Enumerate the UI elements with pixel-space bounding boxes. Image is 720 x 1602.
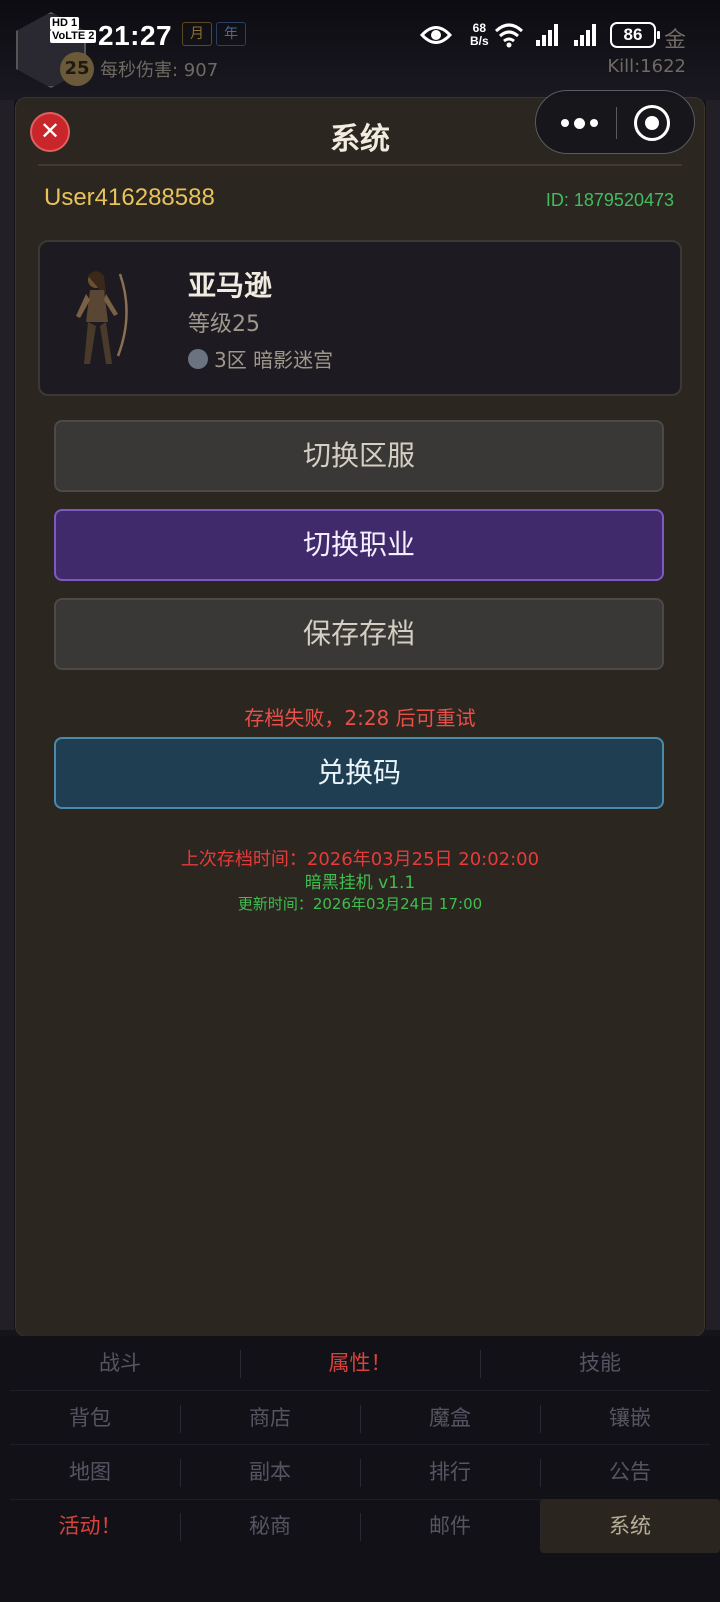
nav-secret-shop[interactable]: 秘商 [180, 1499, 360, 1553]
save-info: 上次存档时间：2026年03月25日 20:02:00 暗黑挂机 v1.1 更新… [16, 848, 704, 914]
save-game-button[interactable]: 保存存档 [54, 598, 664, 670]
hd-badge: HD 1 [50, 17, 80, 30]
divider [38, 164, 682, 166]
save-error-message: 存档失败，2:28 后可重试 [244, 706, 476, 730]
nav-magic-box[interactable]: 魔盒 [360, 1391, 540, 1445]
nav-row-1: 战斗 属性！ 技能 [0, 1336, 720, 1390]
nav-row-3: 地图 副本 排行 公告 [0, 1445, 720, 1499]
left-side-panel [0, 100, 14, 1330]
server-globe-icon [188, 348, 208, 369]
user-id: ID: 1879520473 [545, 190, 674, 210]
nav-mail[interactable]: 邮件 [360, 1499, 540, 1553]
nav-announcement[interactable]: 公告 [540, 1445, 720, 1499]
switch-class-button[interactable]: 切换职业 [54, 509, 664, 581]
username: User416288588 [44, 184, 215, 211]
system-modal: ✕ 系统 User416288588 ID: 1879520473 亚马逊 等级… [16, 98, 704, 1336]
server-name: 3区 暗影迷宫 [214, 348, 334, 372]
bottom-navigation: 战斗 属性！ 技能 背包 商店 魔盒 镶嵌 地图 副本 排行 公告 活动！ 秘商… [0, 1336, 720, 1602]
nav-dungeon[interactable]: 副本 [180, 1445, 360, 1499]
nav-inlay[interactable]: 镶嵌 [540, 1391, 720, 1445]
signal-icon [536, 24, 558, 46]
miniprogram-capsule [535, 90, 695, 154]
network-speed: 68 B/s [470, 22, 489, 48]
nav-backpack[interactable]: 背包 [0, 1391, 180, 1445]
nav-row-2: 背包 商店 魔盒 镶嵌 [0, 1391, 720, 1445]
target-close-icon[interactable] [634, 105, 670, 141]
more-dots-icon[interactable] [554, 105, 604, 141]
last-save-time: 上次存档时间：2026年03月25日 20:02:00 [180, 849, 540, 870]
update-time: 更新时间：2026年03月24日 17:00 [237, 895, 483, 913]
character-name: 亚马逊 [188, 269, 273, 302]
capsule-divider [616, 107, 617, 139]
wifi-icon [494, 23, 524, 48]
nav-skills[interactable]: 技能 [480, 1336, 720, 1390]
character-portrait [76, 271, 128, 364]
nav-map[interactable]: 地图 [0, 1445, 180, 1499]
hd-volte-badges: HD 1 VoLTE 2 [50, 17, 97, 43]
right-side-panel [706, 100, 720, 1330]
nav-attributes[interactable]: 属性！ [240, 1336, 480, 1390]
nav-ranking[interactable]: 排行 [360, 1445, 540, 1499]
clock: 21:27 [98, 20, 173, 51]
nav-events[interactable]: 活动！ [0, 1499, 180, 1553]
network-speed-unit: B/s [470, 34, 489, 48]
nav-battle[interactable]: 战斗 [0, 1336, 240, 1390]
character-server: 3区 暗影迷宫 [188, 344, 333, 373]
volte-badge: VoLTE 2 [50, 30, 97, 43]
game-version: 暗黑挂机 v1.1 [304, 873, 416, 893]
nav-row-4: 活动！ 秘商 邮件 系统 [0, 1499, 720, 1553]
character-level: 等级25 [188, 312, 260, 337]
signal-icon-2 [574, 24, 596, 46]
nav-system[interactable]: 系统 [540, 1499, 720, 1553]
status-bar: HD 1 VoLTE 2 21:27 68 B/s 86 [0, 0, 720, 72]
battery-indicator: 86 [610, 22, 660, 48]
character-card: 亚马逊 等级25 3区 暗影迷宫 [38, 240, 682, 396]
eye-icon [420, 26, 452, 44]
redeem-code-button[interactable]: 兑换码 [54, 737, 664, 809]
nav-shop[interactable]: 商店 [180, 1391, 360, 1445]
switch-server-button[interactable]: 切换区服 [54, 420, 664, 492]
